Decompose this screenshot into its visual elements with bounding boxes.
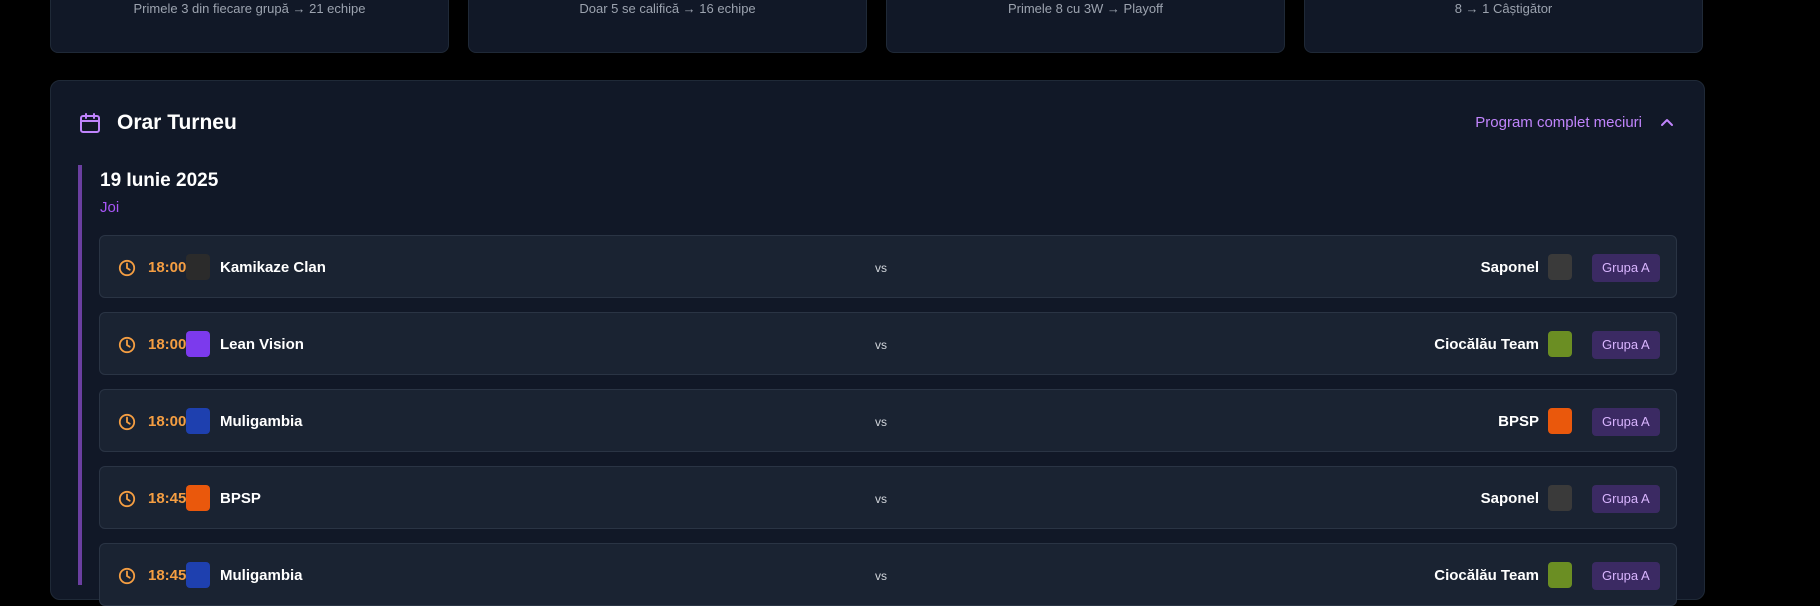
program-complete-link[interactable]: Program complet meciuri (1475, 114, 1642, 131)
qualifier-text: Primele 8 cu 3W → Playoff (1007, 1, 1164, 16)
home-team-name: Lean Vision (220, 336, 304, 353)
home-team-logo (186, 408, 210, 434)
schedule-day: Joi (100, 199, 120, 216)
clock-icon (118, 336, 136, 354)
away-team-name: Ciocălău Team (1434, 336, 1539, 353)
home-team-name: Muligambia (220, 567, 303, 584)
qualifier-card-3: Primele 8 cu 3W → Playoff (886, 0, 1285, 53)
match-time: 18:45 (148, 490, 187, 507)
qualifier-card-1: Primele 3 din fiecare grupă → 21 echipe (50, 0, 449, 53)
match-row[interactable]: 18:00 Kamikaze Clan vs Saponel Grupa A (99, 235, 1677, 298)
away-team-logo (1548, 562, 1572, 588)
home-team-logo (186, 562, 210, 588)
home-team-logo (186, 254, 210, 280)
group-badge: Grupa A (1592, 408, 1660, 436)
away-team-name: Saponel (1480, 259, 1539, 276)
group-badge: Grupa A (1592, 331, 1660, 359)
qualifier-text: Doar 5 se califică → 16 echipe (579, 1, 756, 16)
calendar-icon (80, 113, 100, 133)
away-team-logo (1548, 254, 1572, 280)
schedule-date: 19 Iunie 2025 (100, 170, 219, 191)
clock-icon (118, 567, 136, 585)
clock-icon (118, 490, 136, 508)
match-row[interactable]: 18:45 Muligambia vs Ciocălău Team Grupa A (99, 543, 1677, 606)
match-time: 18:00 (148, 413, 187, 430)
timeline-bar (78, 165, 82, 585)
away-team-logo (1548, 408, 1572, 434)
vs-label: vs (875, 569, 887, 583)
away-team-name: BPSP (1498, 413, 1539, 430)
qualifier-card-4: 8 → 1 Câștigător (1304, 0, 1703, 53)
qualifier-text: Primele 3 din fiecare grupă → 21 echipe (133, 1, 366, 16)
vs-label: vs (875, 415, 887, 429)
away-team-name: Saponel (1480, 490, 1539, 507)
vs-label: vs (875, 338, 887, 352)
match-time: 18:00 (148, 336, 187, 353)
chevron-up-icon[interactable] (1659, 114, 1675, 130)
page-title: Orar Turneu (117, 111, 237, 134)
home-team-name: BPSP (220, 490, 261, 507)
home-team-logo (186, 331, 210, 357)
home-team-logo (186, 485, 210, 511)
clock-icon (118, 413, 136, 431)
match-time: 18:00 (148, 259, 187, 276)
match-row[interactable]: 18:00 Lean Vision vs Ciocălău Team Grupa A (99, 312, 1677, 375)
away-team-logo (1548, 485, 1572, 511)
group-badge: Grupa A (1592, 485, 1660, 513)
match-row[interactable]: 18:00 Muligambia vs BPSP Grupa A (99, 389, 1677, 452)
home-team-name: Muligambia (220, 413, 303, 430)
qualifier-card-2: Doar 5 se califică → 16 echipe (468, 0, 867, 53)
group-badge: Grupa A (1592, 562, 1660, 590)
vs-label: vs (875, 492, 887, 506)
group-badge: Grupa A (1592, 254, 1660, 282)
clock-icon (118, 259, 136, 277)
away-team-name: Ciocălău Team (1434, 567, 1539, 584)
qualifier-text: 8 → 1 Câștigător (1454, 1, 1553, 16)
match-time: 18:45 (148, 567, 187, 584)
home-team-name: Kamikaze Clan (220, 259, 326, 276)
vs-label: vs (875, 261, 887, 275)
match-row[interactable]: 18:45 BPSP vs Saponel Grupa A (99, 466, 1677, 529)
away-team-logo (1548, 331, 1572, 357)
